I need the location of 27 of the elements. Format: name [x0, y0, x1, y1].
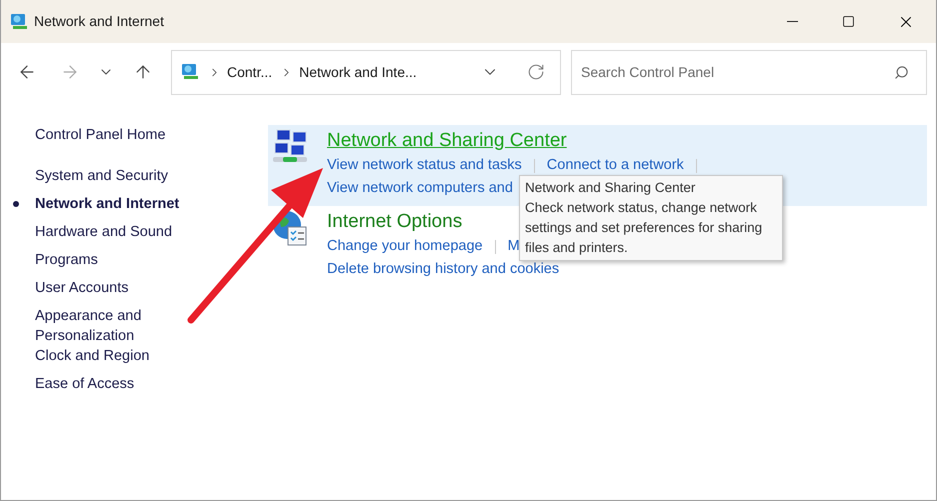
maximize-icon: [842, 15, 854, 28]
task-link[interactable]: Connect to a network: [546, 154, 684, 176]
window-title: Network and Internet: [34, 12, 164, 31]
sidebar-link[interactable]: Clock and Region: [35, 346, 195, 366]
sidebar-link[interactable]: User Accounts: [35, 278, 195, 298]
tooltip-title: Network and Sharing Center: [525, 179, 696, 197]
breadcrumb[interactable]: Network and Inte...: [299, 62, 417, 82]
search-icon: [894, 64, 909, 80]
breadcrumb[interactable]: Contr...: [227, 62, 272, 82]
minimize-icon: [786, 21, 798, 22]
sidebar-link[interactable]: Hardware and Sound: [35, 222, 195, 242]
refresh-icon: [527, 63, 545, 81]
sidebar-link[interactable]: System and Security: [35, 166, 195, 186]
sidebar-link[interactable]: Ease of Access: [35, 374, 195, 394]
computer-globe-icon: [180, 62, 200, 82]
task-link[interactable]: M: [508, 236, 520, 258]
task-link[interactable]: Change your homepage: [327, 236, 483, 258]
task-link[interactable]: Delete browsing history and cookies: [327, 258, 560, 280]
computer-globe-icon: [9, 12, 29, 32]
sidebar-link[interactable]: Network and Internet: [35, 194, 195, 214]
sidebar-link[interactable]: Appearance and Personalization: [35, 306, 195, 346]
sidebar-link[interactable]: Control Panel Home: [35, 125, 268, 145]
search-field[interactable]: Search Control Panel: [571, 50, 927, 94]
task-link[interactable]: View network status and tasks: [327, 154, 522, 176]
task-link[interactable]: View network computers and: [327, 178, 513, 200]
sidebar-link[interactable]: Programs: [35, 250, 195, 270]
address-bar[interactable]: Contr... Network and Inte...: [171, 50, 561, 94]
